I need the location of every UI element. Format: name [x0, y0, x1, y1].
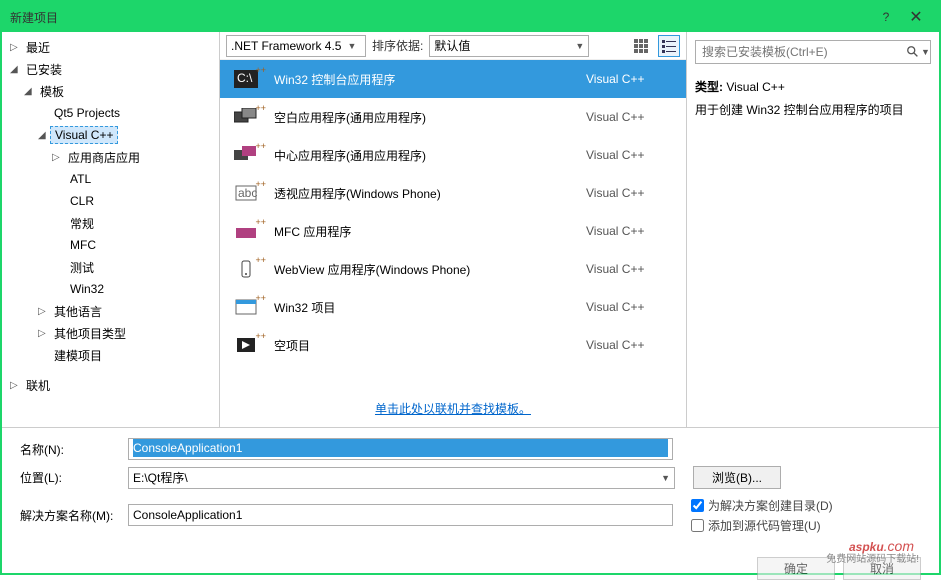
location-input[interactable] [133, 471, 655, 485]
chevron-down-icon: ▼ [575, 41, 584, 51]
tree-test[interactable]: 测试 [2, 256, 219, 278]
list-icon [659, 38, 679, 54]
solution-name-field[interactable] [128, 504, 673, 526]
solution-name-label: 解决方案名称(M): [20, 507, 128, 524]
center-footer: 单击此处以联机并查找模板。 [220, 390, 686, 427]
grid-small-icon [631, 38, 651, 54]
chevron-down-icon: ▼ [347, 41, 356, 51]
location-field[interactable]: ▼ [128, 467, 675, 489]
tree-templates[interactable]: ◢模板 [2, 80, 219, 102]
svg-text:abc: abc [238, 186, 257, 200]
tree-store-apps[interactable]: ▷应用商店应用 [2, 146, 219, 168]
template-item[interactable]: ++ Win32 项目 Visual C++ [220, 288, 686, 326]
view-list-button[interactable] [658, 35, 680, 57]
template-item[interactable]: abc++ 透视应用程序(Windows Phone) Visual C++ [220, 174, 686, 212]
tree-general[interactable]: 常规 [2, 212, 219, 234]
dialog-button-bar: 确定 取消 [2, 551, 939, 586]
template-item[interactable]: ++ 空项目 Visual C++ [220, 326, 686, 364]
webview-app-icon: ++ [230, 257, 262, 281]
template-item[interactable]: ++ MFC 应用程序 Visual C++ [220, 212, 686, 250]
svg-text:C:\: C:\ [237, 71, 253, 85]
name-input[interactable] [133, 439, 668, 457]
win32-project-icon: ++ [230, 295, 262, 319]
tree-other-proj[interactable]: ▷其他项目类型 [2, 322, 219, 344]
browse-button[interactable]: 浏览(B)... [693, 466, 781, 489]
console-app-icon: C:\++ [230, 67, 262, 91]
right-pane: ▼ 类型: Visual C++ 用于创建 Win32 控制台应用程序的项目 [687, 32, 939, 427]
sort-dropdown[interactable]: 默认值▼ [429, 35, 589, 57]
close-button[interactable]: ✕ [901, 2, 931, 32]
window-title: 新建项目 [10, 9, 871, 26]
solution-name-input[interactable] [133, 508, 668, 522]
hub-app-icon: ++ [230, 143, 262, 167]
center-toolbar: .NET Framework 4.5▼ 排序依据: 默认值▼ [220, 32, 686, 60]
mfc-app-icon: ++ [230, 219, 262, 243]
tree-visual-cpp[interactable]: ◢Visual C++ [2, 124, 219, 146]
online-templates-link[interactable]: 单击此处以联机并查找模板。 [375, 402, 531, 416]
center-pane: .NET Framework 4.5▼ 排序依据: 默认值▼ C:\++ Win… [220, 32, 687, 427]
tree-atl[interactable]: ATL [2, 168, 219, 190]
left-tree-pane: ▷最近 ◢已安装 ◢模板 Qt5 Projects ◢Visual C++ ▷应… [2, 32, 220, 427]
tree-mfc[interactable]: MFC [2, 234, 219, 256]
template-item[interactable]: ++ 空白应用程序(通用应用程序) Visual C++ [220, 98, 686, 136]
title-bar: 新建项目 ? ✕ [2, 2, 939, 32]
tree-qt5[interactable]: Qt5 Projects [2, 102, 219, 124]
name-field[interactable] [128, 438, 673, 460]
tree-clr[interactable]: CLR [2, 190, 219, 212]
tree-win32[interactable]: Win32 [2, 278, 219, 300]
blank-app-icon: ++ [230, 105, 262, 129]
ok-button[interactable]: 确定 [757, 557, 835, 580]
template-item[interactable]: ++ 中心应用程序(通用应用程序) Visual C++ [220, 136, 686, 174]
tree-recent[interactable]: ▷最近 [2, 36, 219, 58]
template-item[interactable]: ++ WebView 应用程序(Windows Phone) Visual C+… [220, 250, 686, 288]
tree-installed[interactable]: ◢已安装 [2, 58, 219, 80]
empty-project-icon: ++ [230, 333, 262, 357]
main-area: ▷最近 ◢已安装 ◢模板 Qt5 Projects ◢Visual C++ ▷应… [2, 32, 939, 427]
location-label: 位置(L): [20, 469, 128, 486]
description-text: 用于创建 Win32 控制台应用程序的项目 [695, 101, 931, 118]
search-icon[interactable]: ▼ [906, 45, 930, 59]
name-label: 名称(N): [20, 441, 128, 458]
sort-label: 排序依据: [372, 37, 423, 54]
framework-dropdown[interactable]: .NET Framework 4.5▼ [226, 35, 366, 57]
type-line: 类型: Visual C++ [695, 78, 931, 95]
pivot-app-icon: abc++ [230, 181, 262, 205]
search-input[interactable] [696, 41, 906, 63]
bottom-form: 名称(N): 位置(L): ▼ 浏览(B)... 解决方案名称(M): 为解决方… [2, 427, 939, 551]
watermark-tagline: 免费网站源码下载站! [826, 550, 919, 565]
tree-online[interactable]: ▷联机 [2, 374, 219, 396]
chevron-down-icon[interactable]: ▼ [661, 473, 670, 483]
tree-other-lang[interactable]: ▷其他语言 [2, 300, 219, 322]
tree-modeling[interactable]: 建模项目 [2, 344, 219, 366]
add-source-control-checkbox[interactable]: 添加到源代码管理(U) [691, 515, 921, 535]
create-directory-checkbox[interactable]: 为解决方案创建目录(D) [691, 495, 921, 515]
view-small-icons-button[interactable] [630, 35, 652, 57]
template-list[interactable]: C:\++ Win32 控制台应用程序 Visual C++ ++ 空白应用程序… [220, 60, 686, 390]
search-box[interactable]: ▼ [695, 40, 931, 64]
help-button[interactable]: ? [871, 2, 901, 32]
template-item[interactable]: C:\++ Win32 控制台应用程序 Visual C++ [220, 60, 686, 98]
